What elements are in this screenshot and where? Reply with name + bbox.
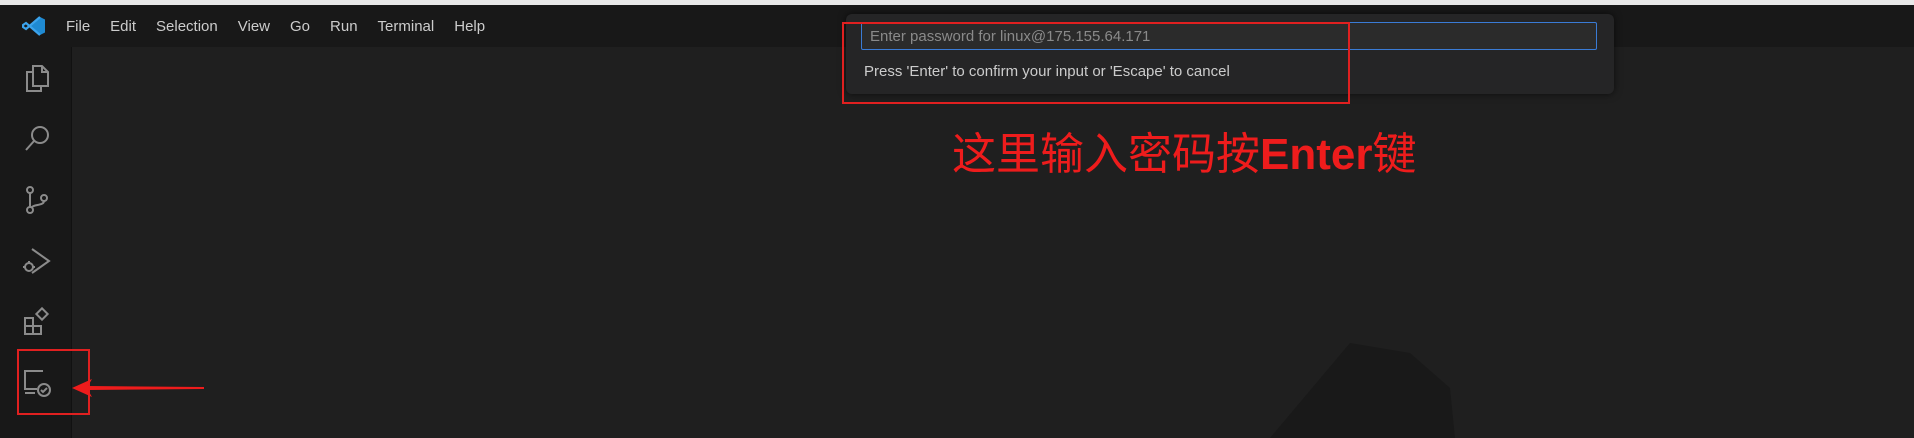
menu-terminal[interactable]: Terminal [378, 18, 435, 35]
menu-file[interactable]: File [66, 18, 90, 35]
menu-edit[interactable]: Edit [110, 18, 136, 35]
annotation-prefix: 这里输入密码按 [952, 129, 1260, 180]
activity-bar [0, 47, 72, 438]
password-input[interactable] [861, 22, 1597, 50]
annotation-arrow-icon [72, 379, 204, 397]
annotation-text: 这里输入密码按Enter键 [952, 118, 1416, 182]
editor-area [72, 47, 1914, 438]
annotation-bold: Enter [1260, 130, 1373, 179]
menu-go[interactable]: Go [290, 18, 310, 35]
quick-input-message: Press 'Enter' to confirm your input or '… [864, 63, 1230, 80]
menu-selection[interactable]: Selection [156, 18, 218, 35]
annotation-suffix: 键 [1372, 129, 1417, 180]
source-control-icon[interactable] [21, 184, 53, 216]
search-icon[interactable] [21, 123, 53, 155]
remote-explorer-icon[interactable] [21, 367, 53, 399]
explorer-icon[interactable] [21, 62, 53, 94]
menu-run[interactable]: Run [330, 18, 358, 35]
quick-input-widget: Press 'Enter' to confirm your input or '… [846, 14, 1614, 94]
menu-help[interactable]: Help [454, 18, 485, 35]
vscode-watermark-icon [1270, 343, 1455, 438]
menu-view[interactable]: View [238, 18, 270, 35]
menu-bar: File Edit Selection View Go Run Terminal… [66, 5, 505, 47]
extensions-icon[interactable] [21, 306, 53, 338]
run-debug-icon[interactable] [21, 245, 53, 277]
vscode-logo-icon [22, 16, 45, 36]
